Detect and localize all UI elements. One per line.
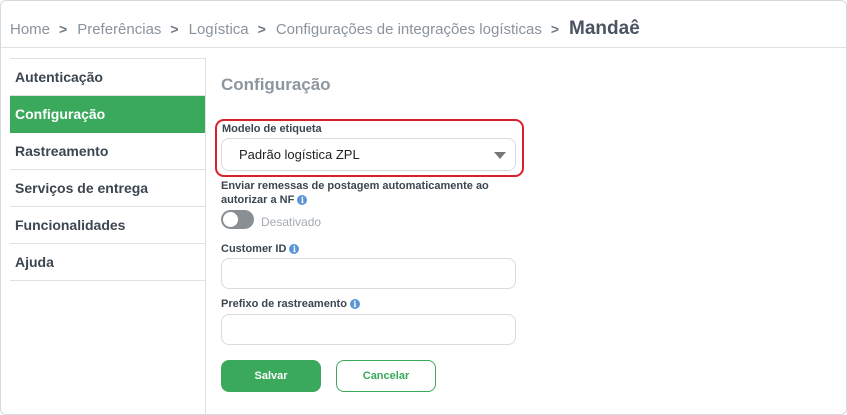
label-model-label: Modelo de etiqueta	[222, 123, 322, 135]
page-title: Mandaê	[569, 18, 640, 39]
sidebar: Autenticação Configuração Rastreamento S…	[10, 58, 205, 281]
customer-id-label: Customer ID i	[221, 242, 300, 256]
chevron-right-icon: >	[550, 21, 560, 37]
sidebar-item-label: Autenticação	[15, 69, 103, 85]
app-frame: Home > Preferências > Logística > Config…	[0, 0, 847, 415]
breadcrumb-logistics[interactable]: Logística	[189, 21, 249, 38]
sidebar-item-label: Configuração	[15, 106, 106, 122]
caret-down-icon	[494, 152, 506, 159]
header-divider	[1, 47, 846, 48]
auto-send-label-text: Enviar remessas de postagem automaticame…	[221, 180, 489, 206]
sidebar-item-configuration[interactable]: Configuração	[10, 96, 205, 133]
info-icon[interactable]: i	[349, 299, 360, 309]
customer-id-label-text: Customer ID	[221, 243, 287, 255]
chevron-right-icon: >	[59, 21, 68, 37]
breadcrumb: Home > Preferências > Logística > Config…	[10, 16, 640, 42]
info-icon[interactable]: i	[297, 195, 308, 205]
tracking-prefix-label: Prefixo de rastreamento i	[221, 297, 360, 311]
sidebar-item-features[interactable]: Funcionalidades	[10, 207, 205, 244]
label-model-select[interactable]: Padrão logística ZPL	[221, 138, 516, 171]
sidebar-item-help[interactable]: Ajuda	[10, 244, 205, 281]
auto-send-label: Enviar remessas de postagem automaticame…	[221, 179, 511, 207]
customer-id-input[interactable]	[221, 258, 516, 289]
chevron-right-icon: >	[257, 21, 266, 37]
sidebar-item-label: Funcionalidades	[15, 217, 126, 233]
toggle-knob	[223, 212, 238, 227]
breadcrumb-preferences[interactable]: Preferências	[77, 21, 161, 38]
auto-send-toggle[interactable]	[221, 210, 254, 229]
chevron-right-icon: >	[170, 21, 179, 37]
sidebar-item-tracking[interactable]: Rastreamento	[10, 133, 205, 170]
sidebar-item-label: Rastreamento	[15, 143, 109, 159]
sidebar-divider	[205, 58, 206, 414]
auto-send-state: Desativado	[261, 215, 322, 229]
sidebar-item-delivery-services[interactable]: Serviços de entrega	[10, 170, 205, 207]
section-title: Configuração	[221, 75, 331, 94]
tracking-prefix-input[interactable]	[221, 314, 516, 345]
sidebar-item-label: Ajuda	[15, 254, 54, 270]
breadcrumb-integrations[interactable]: Configurações de integrações logísticas	[276, 21, 542, 38]
cancel-button[interactable]: Cancelar	[336, 360, 436, 392]
breadcrumb-home[interactable]: Home	[10, 21, 50, 38]
save-button[interactable]: Salvar	[221, 360, 321, 392]
sidebar-item-label: Serviços de entrega	[15, 180, 149, 196]
tracking-prefix-label-text: Prefixo de rastreamento	[221, 298, 347, 310]
label-model-value: Padrão logística ZPL	[239, 147, 360, 162]
sidebar-item-authentication[interactable]: Autenticação	[10, 59, 205, 96]
info-icon[interactable]: i	[289, 244, 300, 254]
